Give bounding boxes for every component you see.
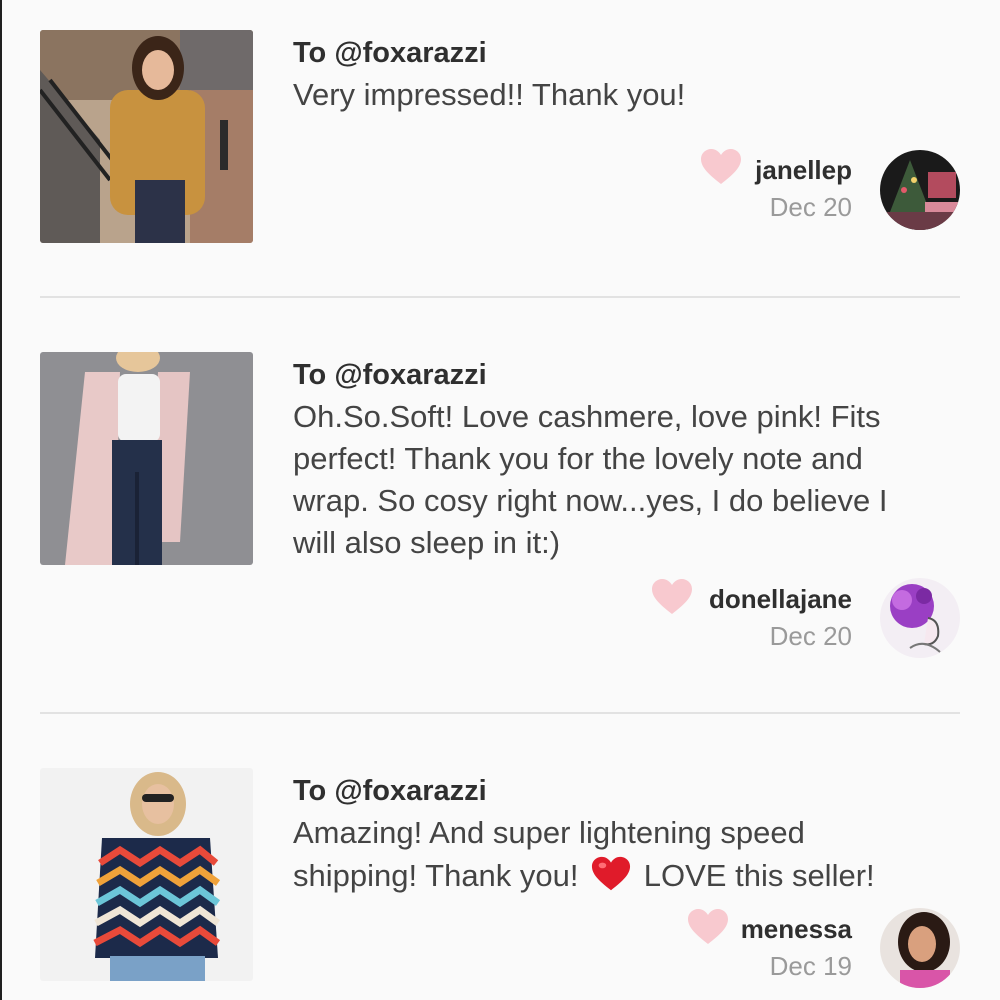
reviewer-avatar[interactable] <box>880 578 960 658</box>
review-item: To @foxarazzi Very impressed!! Thank you… <box>40 30 960 298</box>
reviewer-username[interactable]: donellajane <box>709 581 852 617</box>
reviewer-avatar[interactable] <box>880 908 960 988</box>
review-divider <box>40 296 960 298</box>
product-thumbnail[interactable] <box>40 30 253 243</box>
red-heart-emoji-icon <box>592 856 631 891</box>
product-photo <box>40 352 253 565</box>
review-message: Oh.So.Soft! Love cashmere, love pink! Fi… <box>293 399 888 560</box>
review-item: To @foxarazzi Amazing! And super lighten… <box>40 768 960 1000</box>
review-message-part2: LOVE this seller! <box>643 858 875 893</box>
product-photo <box>40 768 253 981</box>
review-recipient[interactable]: To @foxarazzi <box>293 354 960 396</box>
review-item: To @foxarazzi Oh.So.Soft! Love cashmere,… <box>40 352 960 714</box>
review-recipient[interactable]: To @foxarazzi <box>293 32 960 74</box>
reviewer-username[interactable]: menessa <box>741 911 852 947</box>
review-meta: donellajane Dec 20 <box>709 581 852 655</box>
reviewer-avatar[interactable] <box>880 150 960 230</box>
product-thumbnail[interactable] <box>40 768 253 981</box>
review-message: Very impressed!! Thank you! <box>293 77 686 112</box>
review-date: Dec 19 <box>769 951 852 981</box>
heart-icon[interactable] <box>700 148 742 186</box>
review-message: Amazing! And super lightening speed ship… <box>293 812 933 897</box>
left-edge-border <box>0 0 2 1000</box>
review-date: Dec 20 <box>769 621 852 651</box>
review-divider <box>40 712 960 714</box>
avatar-image <box>880 578 960 658</box>
review-meta: janellep Dec 20 <box>755 152 852 226</box>
product-thumbnail[interactable] <box>40 352 253 565</box>
heart-icon[interactable] <box>687 908 729 946</box>
review-meta: menessa Dec 19 <box>741 911 852 985</box>
review-recipient[interactable]: To @foxarazzi <box>293 770 960 812</box>
avatar-image <box>880 150 960 230</box>
heart-icon[interactable] <box>651 578 693 616</box>
review-date: Dec 20 <box>769 192 852 222</box>
reviewer-username[interactable]: janellep <box>755 152 852 188</box>
avatar-image <box>880 908 960 988</box>
product-photo <box>40 30 253 243</box>
